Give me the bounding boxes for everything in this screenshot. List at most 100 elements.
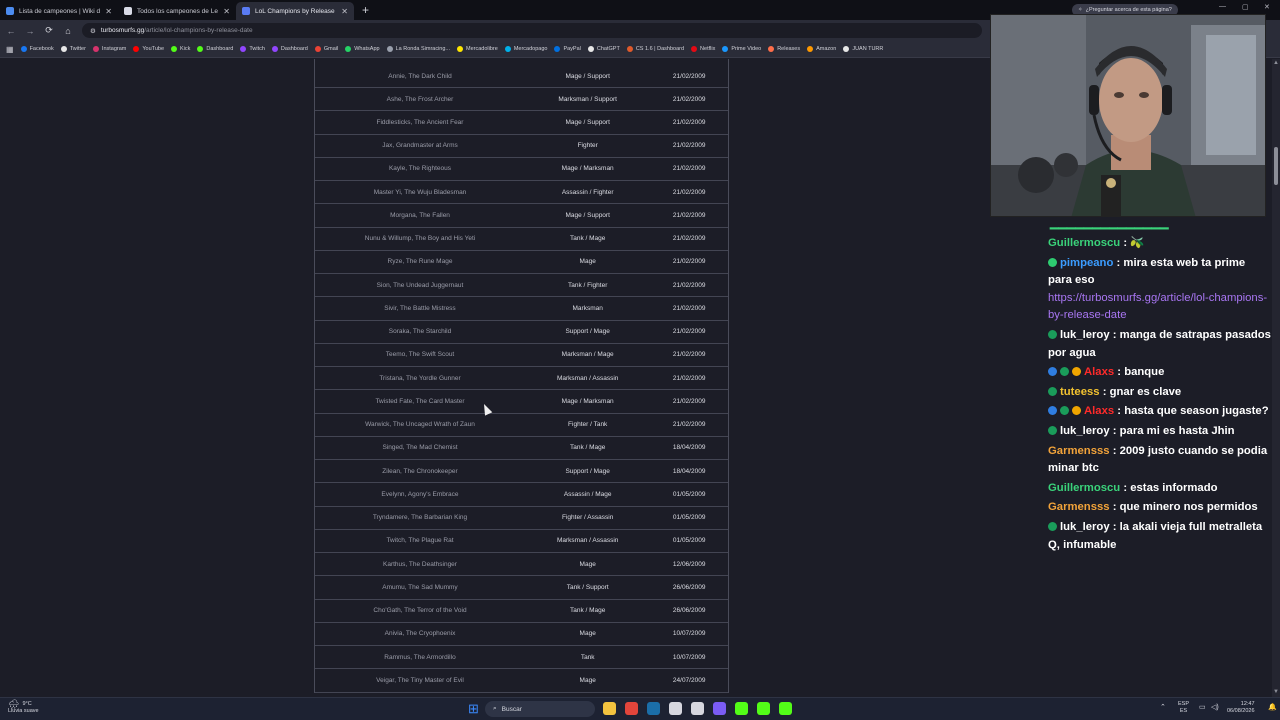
release-date-cell: 21/02/2009 xyxy=(672,397,706,405)
chat-badge-icon xyxy=(1060,406,1069,416)
bookmark-favicon-icon xyxy=(171,46,178,52)
new-tab-button[interactable]: + xyxy=(362,2,369,20)
release-date-cell: 10/07/2009 xyxy=(672,653,706,661)
close-window-icon[interactable]: ✕ xyxy=(1264,3,1270,11)
discord-icon[interactable] xyxy=(713,702,726,715)
bookmark-label: Dashboard xyxy=(206,46,234,52)
bookmark-item[interactable]: Netflix xyxy=(691,46,715,52)
bookmark-favicon-icon xyxy=(722,46,729,52)
table-row: Rammus, The Armordillo Tank 10/07/2009 xyxy=(315,646,728,670)
bookmark-item[interactable]: Mercadolibre xyxy=(457,46,498,52)
tab-close-icon[interactable]: ✕ xyxy=(341,7,348,16)
bookmark-item[interactable]: PayPal xyxy=(554,46,581,52)
page-scrollbar[interactable]: ▲ ▼ xyxy=(1272,59,1280,697)
steam-icon[interactable] xyxy=(647,702,660,715)
kick-icon[interactable] xyxy=(735,702,748,715)
bookmark-item[interactable]: Facebook xyxy=(20,46,54,52)
network-icon[interactable]: ▭ xyxy=(1199,704,1206,711)
tab-close-icon[interactable]: ✕ xyxy=(105,7,112,16)
language-indicator[interactable]: ESP ES xyxy=(1178,701,1189,715)
chat-username[interactable]: tuteess xyxy=(1060,386,1100,398)
bookmark-item[interactable]: Instagram xyxy=(92,46,126,52)
bookmark-item[interactable]: La Ronda Simracing... xyxy=(386,46,450,52)
bookmark-item[interactable]: Amazon xyxy=(807,46,836,52)
champion-name-cell: Ryze, The Rune Mage xyxy=(387,258,453,266)
tab-close-icon[interactable]: ✕ xyxy=(223,7,230,16)
bookmark-item[interactable]: Twitch xyxy=(240,46,265,52)
chat-username[interactable]: Guillermoscu xyxy=(1048,482,1120,494)
table-row: Jax, Grandmaster at Arms Fighter 21/02/200… xyxy=(315,135,728,158)
champion-role-cell: Tank / Mage xyxy=(569,235,606,243)
bookmark-item[interactable]: CS 1.6 | Dashboard xyxy=(626,46,684,52)
chrome-icon[interactable] xyxy=(625,702,638,715)
scroll-down-icon[interactable]: ▼ xyxy=(1273,689,1279,695)
minimize-icon[interactable]: — xyxy=(1219,3,1226,10)
reload-icon[interactable]: ⟳ xyxy=(44,25,54,36)
kick-studio-icon[interactable] xyxy=(757,702,770,715)
chat-username[interactable]: luk_leroy xyxy=(1060,329,1110,341)
champion-name-cell: Warwick, The Uncaged Wrath of Zaun xyxy=(365,421,475,429)
bookmark-item[interactable]: ChatGPT xyxy=(587,46,620,52)
chat-username[interactable]: luk_leroy xyxy=(1060,521,1110,533)
maximize-icon[interactable]: ▢ xyxy=(1242,3,1249,11)
forward-icon[interactable]: → xyxy=(25,26,35,36)
bookmark-item[interactable]: Dashboard xyxy=(271,46,308,52)
champion-name-cell: Twitch, The Plague Rat xyxy=(386,537,454,545)
chat-badge-icon xyxy=(1048,329,1057,339)
bookmark-item[interactable]: JUAN TURR xyxy=(843,46,883,52)
site-info-icon[interactable]: ⚙ xyxy=(90,27,96,35)
chat-username[interactable]: Alaxs xyxy=(1084,366,1114,378)
bookmark-item[interactable]: Prime Video xyxy=(722,46,761,52)
chat-username[interactable]: pimpeano xyxy=(1060,257,1113,269)
clock-time: 12:47 xyxy=(1240,701,1255,707)
table-row: Kayle, The Righteous Mage / Marksman 21/02… xyxy=(315,158,728,181)
bookmark-item[interactable]: WhatsApp xyxy=(345,46,380,52)
release-date-cell: 26/06/2009 xyxy=(672,607,706,615)
table-row: Warwick, The Uncaged Wrath of Zaun Fighte… xyxy=(315,414,728,437)
volume-icon[interactable]: ◁) xyxy=(1211,704,1219,711)
release-date-cell: 21/02/2009 xyxy=(672,95,706,103)
chat-username[interactable]: Alaxs xyxy=(1084,405,1114,417)
chat-username[interactable]: luk_leroy xyxy=(1060,425,1110,437)
bookmark-item[interactable]: Twitter xyxy=(60,46,86,52)
bookmark-item[interactable]: Gmail xyxy=(314,46,338,52)
kick-app-icon[interactable] xyxy=(779,702,792,715)
chat-text: : estas informado xyxy=(1123,481,1218,494)
browser-tab[interactable]: Todos los campeones de League ✕ xyxy=(118,2,236,20)
bookmark-item[interactable]: YouTube xyxy=(133,46,164,52)
chat-link[interactable]: https://turbosmurfs.gg/article/lol-champ… xyxy=(1048,292,1267,322)
url-path: /article/lol-champions-by-release-date xyxy=(144,27,253,34)
champion-name-cell: Fiddlesticks, The Ancient Fear xyxy=(376,118,464,126)
capcut-icon[interactable] xyxy=(691,702,704,715)
address-bar[interactable]: ⚙ turbosmurfs.gg/article/lol-champions-b… xyxy=(82,23,982,38)
bookmark-item[interactable]: Dashboard xyxy=(197,46,233,52)
champion-role-cell: Marksman xyxy=(572,304,603,312)
chat-username[interactable]: Garmensss xyxy=(1048,501,1110,513)
obs-icon[interactable] xyxy=(669,702,682,715)
language-top: ESP xyxy=(1178,701,1190,707)
scrollbar-thumb[interactable] xyxy=(1274,147,1278,185)
champion-name-cell: Karthus, The Deathsinger xyxy=(383,560,457,568)
windows-start-icon[interactable]: ⊞ xyxy=(468,702,481,715)
scroll-up-icon[interactable]: ▲ xyxy=(1273,60,1279,66)
table-row: Cho'Gath, The Terror of the Void Tank / M… xyxy=(315,600,728,623)
clock[interactable]: 12:47 06/08/2026 xyxy=(1227,701,1255,715)
notifications-icon[interactable]: 🔔 xyxy=(1268,704,1277,711)
browser-tab[interactable]: Lista de campeones | Wiki de Le ✕ xyxy=(0,2,118,20)
back-icon[interactable]: ← xyxy=(6,26,16,36)
chat-message: Alaxs : hasta que season jugaste? xyxy=(1040,403,1272,421)
champion-name-cell: Twisted Fate, The Card Master xyxy=(375,397,465,405)
tray-chevron-icon[interactable]: ⌃ xyxy=(1160,704,1166,711)
taskbar-search[interactable]: ⌕ Buscar xyxy=(485,701,595,717)
weather-widget[interactable]: 🌧 9°C Lluvia suave xyxy=(8,700,39,714)
bookmark-item[interactable]: Mercadopago xyxy=(504,46,547,52)
apps-grid-icon[interactable]: ▦ xyxy=(6,45,14,54)
bookmark-item[interactable]: Kick xyxy=(171,46,190,52)
champion-role-cell: Fighter xyxy=(577,142,598,150)
bookmark-item[interactable]: Releases xyxy=(768,46,800,52)
file-explorer-icon[interactable] xyxy=(603,702,616,715)
chat-username[interactable]: Garmensss xyxy=(1048,445,1110,457)
chat-username[interactable]: Guillermoscu xyxy=(1048,237,1120,249)
browser-tab[interactable]: LoL Champions by Release Da ✕ xyxy=(236,2,354,20)
home-icon[interactable]: ⌂ xyxy=(63,26,73,36)
